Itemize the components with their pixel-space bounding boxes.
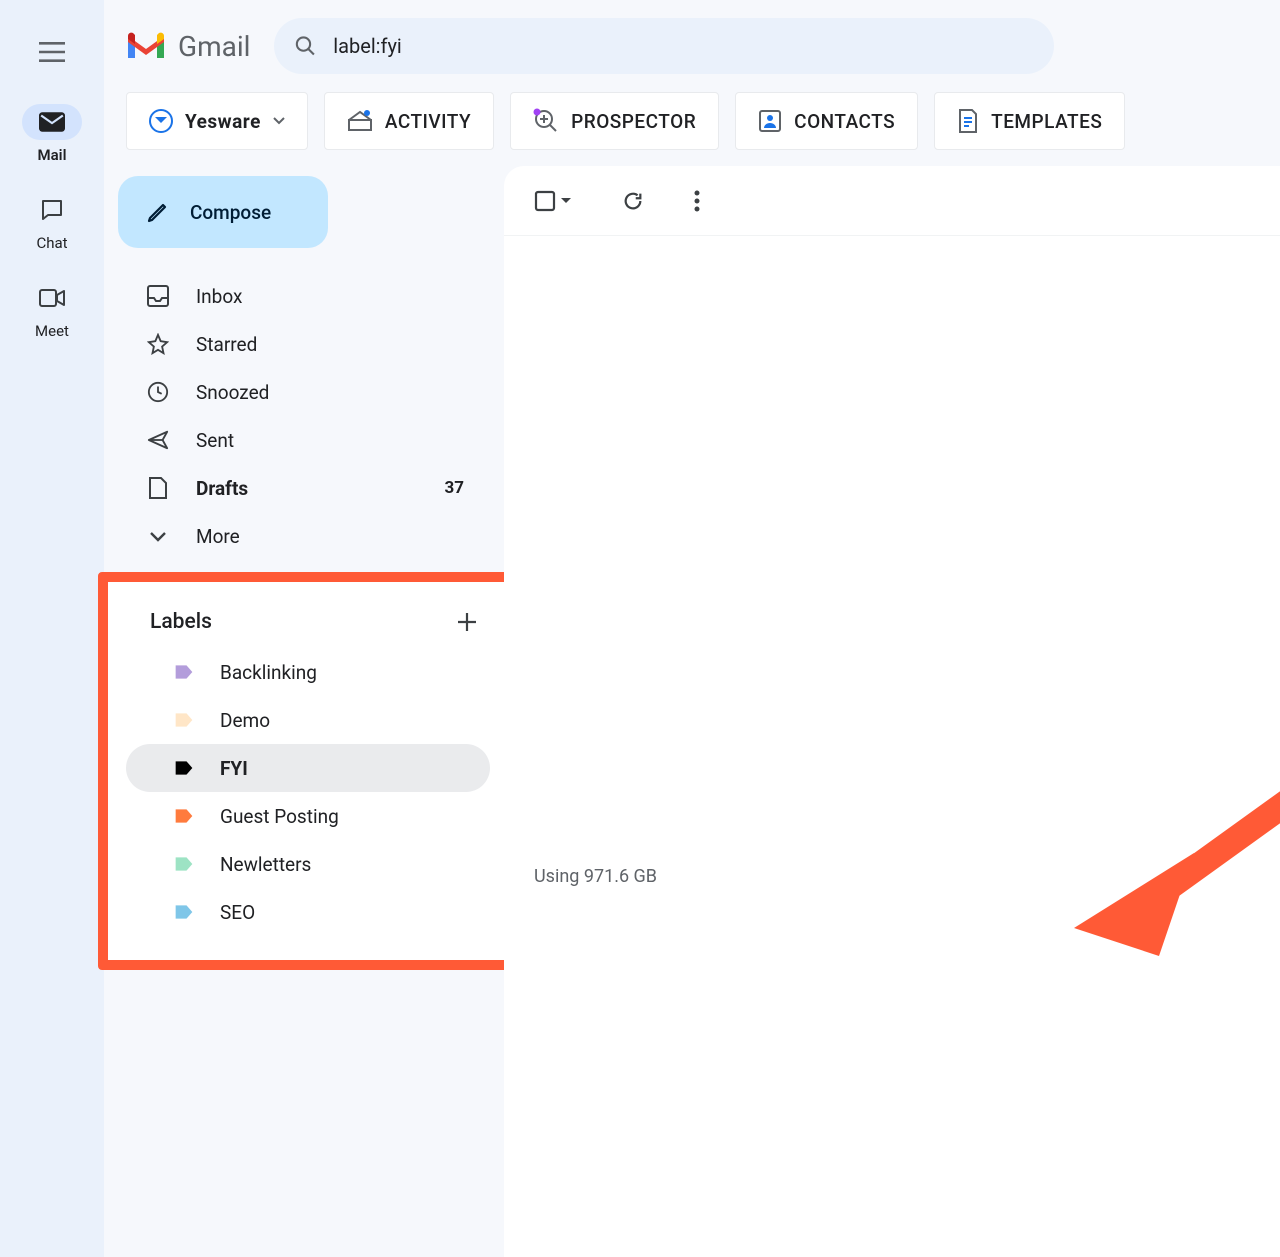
chat-icon (40, 198, 64, 222)
more-button[interactable] (694, 190, 700, 212)
chevron-down-icon (149, 530, 167, 542)
sidebar-item-inbox[interactable]: Inbox (118, 272, 484, 320)
label-tag-icon (174, 662, 194, 682)
label-item-seo[interactable]: SEO (126, 888, 490, 936)
mail-icon (39, 112, 65, 132)
sidebar: Compose Inbox Starred Snoozed Sent (104, 164, 504, 1257)
sidebar-item-label: Starred (196, 333, 464, 356)
rail-chat[interactable]: Chat (22, 192, 82, 252)
gmail-logo-text: Gmail (178, 30, 250, 63)
annotation-arrow (1064, 698, 1280, 958)
search-input[interactable] (333, 34, 1042, 58)
label-tag-icon (174, 758, 194, 778)
star-icon (147, 333, 169, 355)
sidebar-item-more[interactable]: More (118, 512, 484, 560)
rail-mail-label: Mail (38, 146, 67, 164)
clock-icon (147, 381, 169, 403)
hamburger-icon (39, 42, 65, 62)
storage-text: Using 971.6 GB (534, 866, 657, 887)
label-item-text: Newletters (220, 853, 311, 876)
header: Gmail (104, 0, 1280, 92)
gmail-logo-icon (124, 30, 168, 62)
label-tag-icon (174, 854, 194, 874)
sidebar-item-drafts[interactable]: Drafts 37 (118, 464, 484, 512)
label-item-guest-posting[interactable]: Guest Posting (126, 792, 490, 840)
activity-label: ACTIVITY (385, 110, 471, 133)
label-item-text: FYI (220, 757, 248, 780)
rail-meet-label: Meet (35, 322, 69, 340)
templates-label: TEMPLATES (991, 110, 1102, 133)
sidebar-item-label: Drafts (196, 477, 418, 500)
contacts-label: CONTACTS (794, 110, 895, 133)
label-item-text: Demo (220, 709, 270, 732)
toolbar (504, 166, 1280, 236)
sidebar-item-label: More (196, 525, 464, 548)
refresh-button[interactable] (622, 190, 644, 212)
yesware-chip[interactable]: Yesware (126, 92, 308, 150)
compose-button[interactable]: Compose (118, 176, 328, 248)
activity-icon (347, 110, 373, 132)
drafts-count: 37 (444, 478, 464, 498)
labels-section-highlight: Labels Backlinking Demo FYI Guest Posting Ne… (98, 572, 518, 970)
label-tag-icon (174, 902, 194, 922)
contacts-icon (758, 109, 782, 133)
send-icon (147, 429, 169, 451)
sidebar-item-sent[interactable]: Sent (118, 416, 484, 464)
yesware-label: Yesware (185, 110, 261, 133)
message-pane: Using 971.6 GB (504, 166, 1280, 1257)
templates-icon (957, 108, 979, 134)
labels-heading: Labels (150, 610, 212, 634)
contacts-chip[interactable]: CONTACTS (735, 92, 918, 150)
app-rail: Mail Chat Meet (0, 0, 104, 1257)
checkbox-icon (534, 190, 556, 212)
rail-mail[interactable]: Mail (22, 104, 82, 164)
label-item-newletters[interactable]: Newletters (126, 840, 490, 888)
inbox-icon (147, 285, 169, 307)
rail-meet[interactable]: Meet (22, 280, 82, 340)
draft-icon (148, 476, 168, 500)
rail-chat-label: Chat (36, 234, 67, 252)
sidebar-item-snoozed[interactable]: Snoozed (118, 368, 484, 416)
compose-label: Compose (190, 201, 271, 224)
meet-icon (39, 288, 65, 308)
dropdown-caret-icon (560, 197, 572, 205)
prospector-chip[interactable]: PROSPECTOR (510, 92, 719, 150)
label-item-fyi[interactable]: FYI (126, 744, 490, 792)
prospector-label: PROSPECTOR (571, 110, 696, 133)
prospector-icon (533, 108, 559, 134)
label-item-text: Backlinking (220, 661, 317, 684)
pencil-icon (146, 200, 170, 224)
gmail-logo[interactable]: Gmail (124, 30, 250, 63)
yesware-icon (149, 109, 173, 133)
search-icon (294, 34, 317, 58)
label-item-backlinking[interactable]: Backlinking (126, 648, 490, 696)
select-all-checkbox[interactable] (534, 190, 572, 212)
label-item-text: Guest Posting (220, 805, 339, 828)
search-bar[interactable] (274, 18, 1054, 74)
chevron-down-icon (273, 117, 285, 125)
label-tag-icon (174, 806, 194, 826)
label-tag-icon (174, 710, 194, 730)
main-menu-button[interactable] (28, 28, 76, 76)
sidebar-item-label: Sent (196, 429, 464, 452)
sidebar-item-label: Snoozed (196, 381, 464, 404)
sidebar-item-starred[interactable]: Starred (118, 320, 484, 368)
label-item-text: SEO (220, 901, 255, 924)
extension-row: Yesware ACTIVITY PROSPECTOR CONTACTS TEM… (104, 92, 1280, 164)
label-item-demo[interactable]: Demo (126, 696, 490, 744)
activity-chip[interactable]: ACTIVITY (324, 92, 494, 150)
templates-chip[interactable]: TEMPLATES (934, 92, 1125, 150)
add-label-button[interactable] (456, 611, 478, 633)
sidebar-item-label: Inbox (196, 285, 464, 308)
